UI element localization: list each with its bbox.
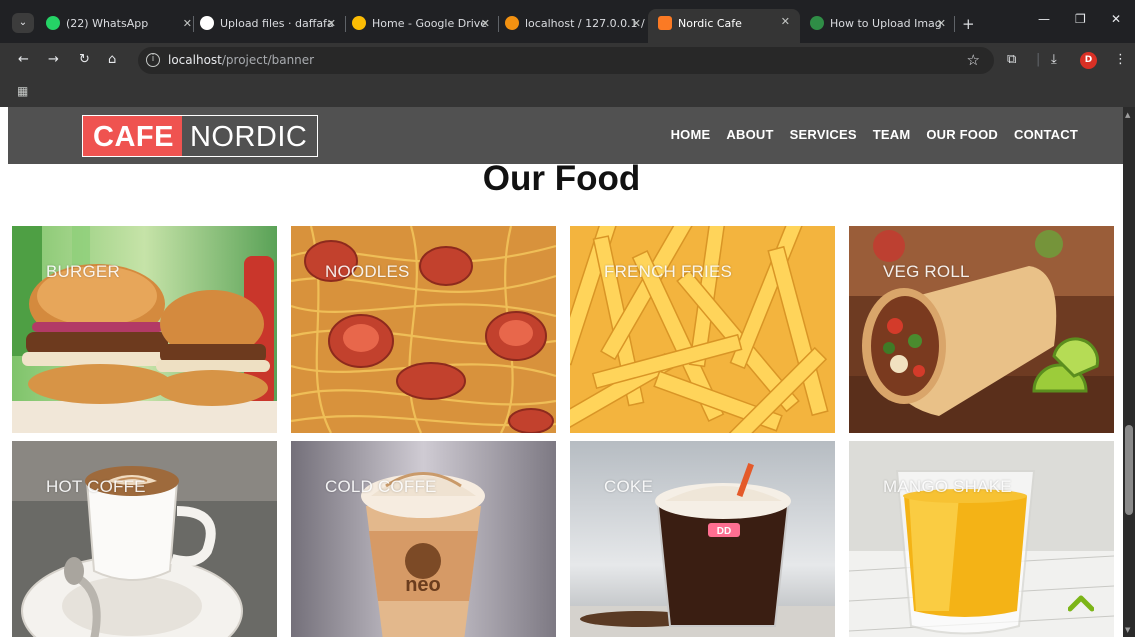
extensions-icon[interactable]: ⧉: [1007, 52, 1016, 67]
logo-part-cafe: CAFE: [83, 116, 182, 156]
scrollbar-thumb[interactable]: [1125, 425, 1133, 515]
close-tab-icon[interactable]: ✕: [481, 12, 490, 36]
close-tab-icon[interactable]: ✕: [781, 9, 790, 37]
close-tab-icon[interactable]: ✕: [937, 12, 946, 36]
minimize-icon[interactable]: —: [1038, 12, 1050, 26]
burger-image: [12, 226, 277, 433]
close-tab-icon[interactable]: ✕: [327, 12, 336, 36]
tab-whatsapp[interactable]: (22) WhatsApp ✕: [46, 12, 196, 36]
forward-icon[interactable]: →: [48, 52, 59, 67]
section-title: Our Food: [482, 159, 641, 198]
main-nav: HOME ABOUT SERVICES TEAM OUR FOOD CONTAC…: [671, 127, 1078, 142]
bookmark-star-icon[interactable]: ☆: [967, 51, 980, 69]
nav-services[interactable]: SERVICES: [790, 127, 857, 142]
browser-tab-strip: ⌄ (22) WhatsApp ✕ Upload files · daffafa…: [0, 0, 1135, 43]
browser-toolbar: ← → ↻ ⌂ i localhost/project/banner ☆ ⧉ |…: [0, 43, 1135, 77]
nav-our-food[interactable]: OUR FOOD: [926, 127, 998, 142]
url-text[interactable]: localhost/project/banner: [168, 53, 314, 67]
google-drive-icon: [352, 16, 366, 30]
site-header: CAFE NORDIC HOME ABOUT SERVICES TEAM OUR…: [8, 107, 1123, 164]
tab-search-icon[interactable]: ⌄: [12, 13, 34, 33]
bookmarks-bar: ▦: [0, 77, 1135, 107]
food-caption: VEG ROLL: [883, 262, 970, 281]
food-card-noodles[interactable]: NOODLES: [291, 226, 556, 433]
github-icon: [200, 16, 214, 30]
xampp-icon: [658, 16, 672, 30]
scroll-down-arrow-icon[interactable]: ▼: [1125, 626, 1130, 634]
veg-roll-image: [849, 226, 1114, 433]
fries-image: [570, 226, 835, 433]
cup-brand-text: neo: [405, 574, 441, 596]
back-icon[interactable]: ←: [18, 52, 29, 67]
menu-kebab-icon[interactable]: ⋮: [1114, 52, 1127, 67]
hot-coffee-image: [12, 441, 277, 637]
new-tab-button[interactable]: +: [962, 12, 976, 36]
nav-home[interactable]: HOME: [671, 127, 711, 142]
gfg-icon: [810, 16, 824, 30]
tab-github[interactable]: Upload files · daffafa ✕: [200, 12, 340, 36]
food-caption: BURGER: [46, 262, 120, 281]
noodles-image: [291, 226, 556, 433]
logo-part-nordic: NORDIC: [189, 121, 308, 153]
site-info-icon[interactable]: i: [146, 53, 160, 67]
scroll-up-arrow-icon[interactable]: ▲: [1125, 111, 1130, 119]
restore-icon[interactable]: ❐: [1075, 12, 1086, 26]
scroll-to-top-icon[interactable]: [1068, 593, 1094, 613]
site-logo[interactable]: CAFE NORDIC: [82, 115, 319, 157]
food-caption: COLD COFFE: [325, 477, 437, 496]
close-window-icon[interactable]: ✕: [1111, 12, 1121, 26]
page-viewport: CAFE NORDIC HOME ABOUT SERVICES TEAM OUR…: [0, 107, 1123, 637]
nav-team[interactable]: TEAM: [873, 127, 911, 142]
coke-image: DD: [570, 441, 835, 637]
food-card-cold-coffee[interactable]: neo COLD COFFE: [291, 441, 556, 637]
home-icon[interactable]: ⌂: [108, 52, 116, 67]
reload-icon[interactable]: ↻: [79, 52, 90, 67]
food-caption: HOT COFFE: [46, 477, 146, 496]
food-caption: FRENCH FRIES: [604, 262, 733, 281]
address-bar[interactable]: i localhost/project/banner ☆: [138, 47, 994, 74]
close-tab-icon[interactable]: ✕: [183, 12, 192, 36]
tab-geeksforgeeks[interactable]: How to Upload Imag ✕: [810, 12, 950, 36]
apps-grid-icon[interactable]: ▦: [17, 84, 28, 98]
phpmyadmin-icon: [505, 16, 519, 30]
food-card-burger[interactable]: BURGER: [12, 226, 277, 433]
page-scrollbar[interactable]: ▲ ▼: [1123, 107, 1135, 637]
food-card-veg-roll[interactable]: VEG ROLL: [849, 226, 1114, 433]
nav-about[interactable]: ABOUT: [726, 127, 773, 142]
cold-coffee-image: neo: [291, 441, 556, 637]
tab-phpmyadmin[interactable]: localhost / 127.0.0.1 / ✕: [505, 12, 645, 36]
profile-avatar[interactable]: D: [1080, 52, 1097, 69]
tab-google-drive[interactable]: Home - Google Drive ✕: [352, 12, 494, 36]
download-icon[interactable]: ⤓: [1051, 52, 1057, 67]
close-tab-icon[interactable]: ✕: [632, 12, 641, 36]
food-card-hot-coffee[interactable]: HOT COFFE: [12, 441, 277, 637]
food-caption: MANGO SHAKE: [883, 477, 1012, 496]
cup-badge-text: DD: [717, 526, 731, 537]
tab-nordic-cafe[interactable]: Nordic Cafe ✕: [648, 9, 800, 43]
food-card-coke[interactable]: DD COKE: [570, 441, 835, 637]
nav-contact[interactable]: CONTACT: [1014, 127, 1078, 142]
whatsapp-icon: [46, 16, 60, 30]
food-card-french-fries[interactable]: FRENCH FRIES: [570, 226, 835, 433]
food-caption: NOODLES: [325, 262, 410, 281]
food-caption: COKE: [604, 477, 653, 496]
